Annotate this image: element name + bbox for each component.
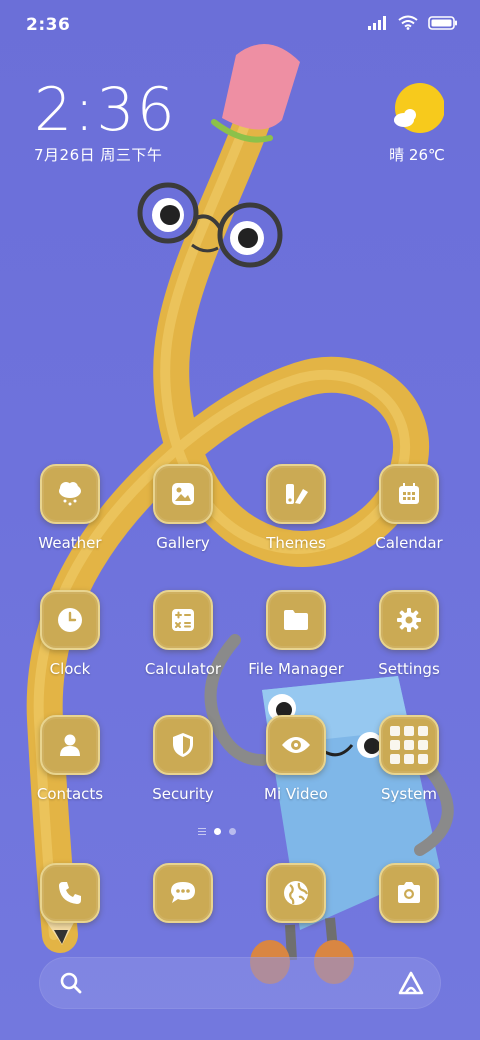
app-label: File Manager: [248, 660, 344, 678]
folder-grid-icon: [379, 715, 439, 775]
status-time: 2:36: [26, 15, 71, 35]
assistant-icon[interactable]: [397, 970, 425, 1000]
search-icon: [59, 971, 83, 999]
phone-icon: [40, 863, 100, 923]
app-label: System: [381, 785, 437, 803]
wifi-icon: [398, 15, 418, 34]
app-security[interactable]: Security: [133, 715, 233, 803]
app-contacts[interactable]: Contacts: [20, 715, 120, 803]
dock-camera[interactable]: [359, 863, 459, 923]
app-system-folder[interactable]: System: [359, 715, 459, 803]
chat-icon: [153, 863, 213, 923]
app-calendar[interactable]: Calendar: [359, 464, 459, 552]
widget-clock-time: 2:36: [34, 75, 177, 145]
eye-icon: [266, 715, 326, 775]
app-label: Calculator: [144, 660, 222, 678]
app-drawer-indicator-icon: [198, 828, 206, 835]
globe-icon: [266, 863, 326, 923]
themes-icon: [266, 464, 326, 524]
status-icons: [368, 15, 458, 34]
app-label: Mi Video: [264, 785, 328, 803]
app-label: Clock: [49, 660, 91, 678]
calculator-icon: [153, 590, 213, 650]
app-label: Settings: [378, 660, 440, 678]
camera-icon: [379, 863, 439, 923]
app-label: Contacts: [36, 785, 104, 803]
app-label: Weather: [38, 534, 102, 552]
dock-phone[interactable]: [20, 863, 120, 923]
battery-icon: [428, 15, 458, 34]
folder-icon: [266, 590, 326, 650]
app-settings[interactable]: Settings: [359, 590, 459, 678]
calendar-icon: [379, 464, 439, 524]
app-label: Gallery: [156, 534, 210, 552]
app-weather[interactable]: Weather: [20, 464, 120, 552]
page-indicator[interactable]: [198, 828, 236, 835]
person-icon: [40, 715, 100, 775]
clock-widget[interactable]: 2:36 7月26日 周三下午: [34, 78, 177, 165]
gear-icon: [379, 590, 439, 650]
app-file-manager[interactable]: File Manager: [246, 590, 346, 678]
status-bar: 2:36: [0, 0, 480, 50]
cloud-rain-icon: [40, 464, 100, 524]
app-mi-video[interactable]: Mi Video: [246, 715, 346, 803]
shield-icon: [153, 715, 213, 775]
app-label: Calendar: [375, 534, 443, 552]
app-gallery[interactable]: Gallery: [133, 464, 233, 552]
dock-browser[interactable]: [246, 863, 346, 923]
widget-date: 7月26日 周三下午: [34, 146, 163, 164]
app-calculator[interactable]: Calculator: [133, 590, 233, 678]
weather-summary: 晴 26℃: [389, 146, 445, 164]
app-themes[interactable]: Themes: [246, 464, 346, 552]
image-icon: [153, 464, 213, 524]
page-dot: [229, 828, 236, 835]
app-label: Security: [152, 785, 214, 803]
app-clock[interactable]: Clock: [20, 590, 120, 678]
clock-icon: [40, 590, 100, 650]
dock-messages[interactable]: [133, 863, 233, 923]
weather-widget[interactable]: 晴 26℃: [382, 82, 452, 165]
page-dot-active: [214, 828, 221, 835]
app-label: Themes: [266, 534, 326, 552]
signal-icon: [368, 15, 388, 34]
search-bar[interactable]: [39, 957, 441, 1009]
partly-sunny-icon: [390, 82, 445, 136]
